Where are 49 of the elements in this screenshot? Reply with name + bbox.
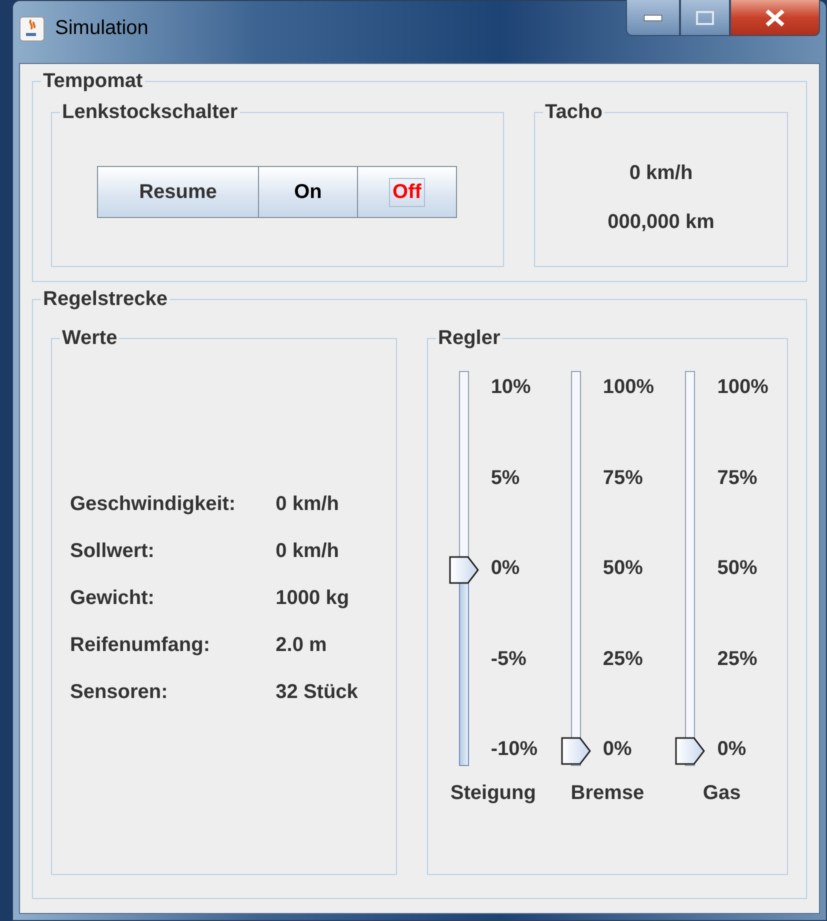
value-label: Gewicht: xyxy=(70,587,156,610)
value-text: 2.0 m xyxy=(276,634,328,657)
tick-label: -5% xyxy=(490,648,528,670)
slider-label: Steigung xyxy=(450,782,536,805)
maximize-icon xyxy=(696,10,714,24)
coffee-cup-icon xyxy=(19,16,45,42)
tick-label: 100% xyxy=(717,376,768,399)
group-title: Tempomat xyxy=(42,70,144,93)
value-label: Geschwindigkeit: xyxy=(70,493,237,516)
value-text: 0 km/h xyxy=(276,493,340,516)
value-text: 0 km/h xyxy=(276,540,340,563)
tick-label: 50% xyxy=(717,557,758,580)
group-title: Tacho xyxy=(544,101,604,124)
value-text: 1000 kg xyxy=(276,587,350,610)
tick-label: 0% xyxy=(602,738,633,761)
value-label: Reifenumfang: xyxy=(70,634,211,657)
switch-button[interactable]: Resume xyxy=(97,166,259,218)
tick-label: 10% xyxy=(490,376,532,399)
slider-label: Gas xyxy=(702,782,741,805)
odometer-value: 000,000 km xyxy=(608,211,714,234)
value-label: Sollwert: xyxy=(70,540,156,563)
tick-label: 25% xyxy=(602,648,644,670)
tick-label: 0% xyxy=(490,557,521,580)
maximize-button[interactable] xyxy=(680,0,730,36)
tick-label: 75% xyxy=(717,466,758,490)
tick-label: 5% xyxy=(490,466,521,490)
group-title: Regler xyxy=(437,327,502,350)
slider-thumb[interactable] xyxy=(560,736,591,766)
tick-label: -10% xyxy=(490,738,538,761)
minimize-icon xyxy=(644,14,662,20)
value-label: Sensoren: xyxy=(70,681,169,704)
group-title: Werte xyxy=(61,327,118,350)
group-title: Regelstrecke xyxy=(42,288,169,311)
minimize-button[interactable] xyxy=(626,0,680,36)
tick-label: 50% xyxy=(602,557,644,580)
close-button[interactable] xyxy=(730,0,820,36)
tick-label: 75% xyxy=(602,466,644,490)
group-title: Lenkstockschalter xyxy=(61,101,239,124)
slider-thumb[interactable] xyxy=(448,554,479,584)
slider-label: Bremse xyxy=(570,782,644,805)
switch-button[interactable]: On xyxy=(258,166,358,218)
value-text: 32 Stück xyxy=(276,681,359,704)
tick-label: 25% xyxy=(717,648,758,670)
tick-label: 100% xyxy=(602,376,654,399)
speed-value: 0 km/h xyxy=(629,162,693,185)
slider-thumb[interactable] xyxy=(675,736,706,766)
window-title: Simulation xyxy=(55,16,148,40)
tick-label: 0% xyxy=(717,738,748,761)
close-icon xyxy=(764,8,786,26)
